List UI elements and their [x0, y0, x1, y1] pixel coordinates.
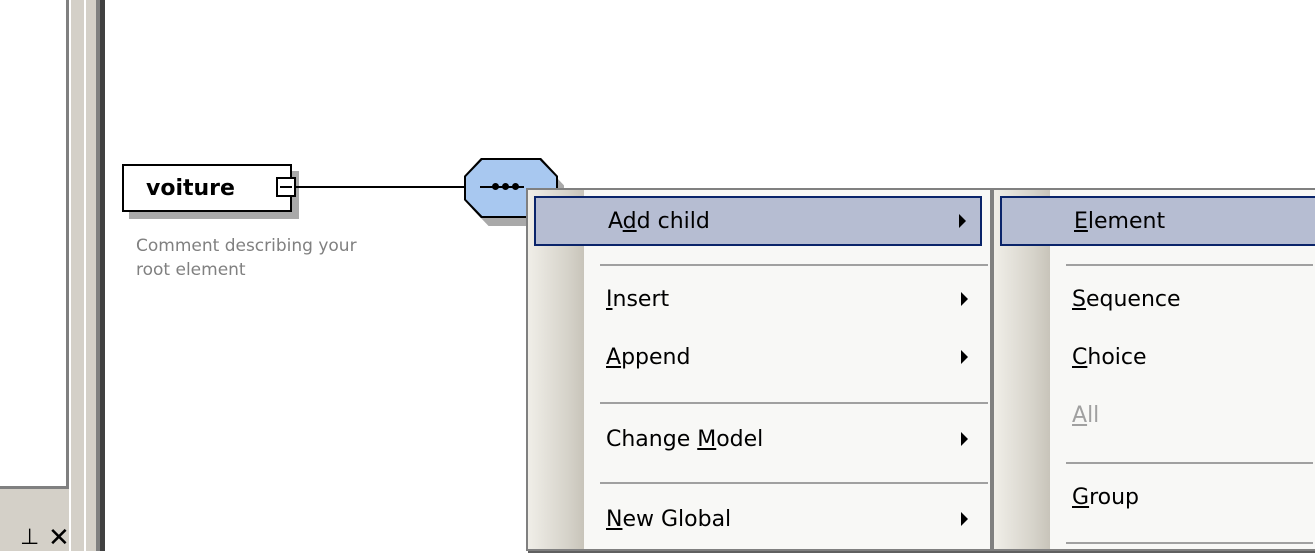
menu-item-label: Add child — [608, 209, 710, 234]
pin-icon[interactable]: ⊥ — [20, 527, 39, 549]
collapse-toggle[interactable] — [276, 177, 296, 197]
menu-item-label: Group — [1072, 485, 1139, 510]
comment-line-1: Comment describing your — [136, 236, 357, 256]
submenu-arrow-icon — [961, 292, 968, 306]
menu-item-insert[interactable]: Insert — [534, 276, 982, 326]
submenu-item-choice[interactable]: Choice — [1000, 334, 1315, 384]
submenu: Element Sequence Choice All Group — [992, 188, 1315, 551]
menu-separator — [1066, 542, 1313, 544]
splitter-edge — [100, 0, 105, 551]
menu-item-label: New Global — [606, 507, 732, 532]
menu-item-label: Choice — [1072, 345, 1147, 370]
submenu-item-group[interactable]: Group — [1000, 474, 1315, 524]
submenu-arrow-icon — [961, 432, 968, 446]
panel-border-bottom — [0, 486, 69, 489]
submenu-item-element[interactable]: Element — [1000, 196, 1315, 246]
menu-item-label: All — [1072, 403, 1100, 428]
submenu-arrow-icon — [959, 214, 966, 228]
panel-content-area — [0, 0, 66, 486]
menu-item-label: Change Model — [606, 427, 764, 452]
menu-item-label: Sequence — [1072, 287, 1181, 312]
panel-strip — [71, 0, 85, 551]
submenu-item-all: All — [1000, 392, 1315, 442]
context-menu: Add child Insert Append Change Model New… — [526, 188, 992, 551]
menu-item-label: Insert — [606, 287, 670, 312]
menu-item-append[interactable]: Append — [534, 334, 982, 384]
close-icon[interactable]: ✕ — [48, 525, 72, 551]
submenu-arrow-icon — [961, 350, 968, 364]
menu-item-change-model[interactable]: Change Model — [534, 416, 982, 466]
menu-separator — [1066, 462, 1313, 464]
menu-item-add-child[interactable]: Add child — [534, 196, 982, 246]
submenu-arrow-icon — [961, 512, 968, 526]
element-comment: Comment describing your root element — [136, 234, 436, 282]
sequence-icon — [480, 183, 530, 190]
menu-separator — [600, 402, 988, 404]
root-element-name: voiture — [146, 176, 235, 201]
menu-item-label: Element — [1074, 209, 1166, 234]
left-panel: ⊥ ✕ — [0, 0, 105, 551]
menu-item-new-global[interactable]: New Global — [534, 496, 982, 546]
connector-line — [296, 186, 468, 188]
menu-separator — [1066, 264, 1313, 266]
menu-item-label: Append — [606, 345, 691, 370]
comment-line-2: root element — [136, 260, 246, 280]
menu-separator — [600, 482, 988, 484]
root-element-node[interactable]: voiture — [122, 164, 292, 212]
submenu-item-sequence[interactable]: Sequence — [1000, 276, 1315, 326]
menu-separator — [600, 264, 988, 266]
